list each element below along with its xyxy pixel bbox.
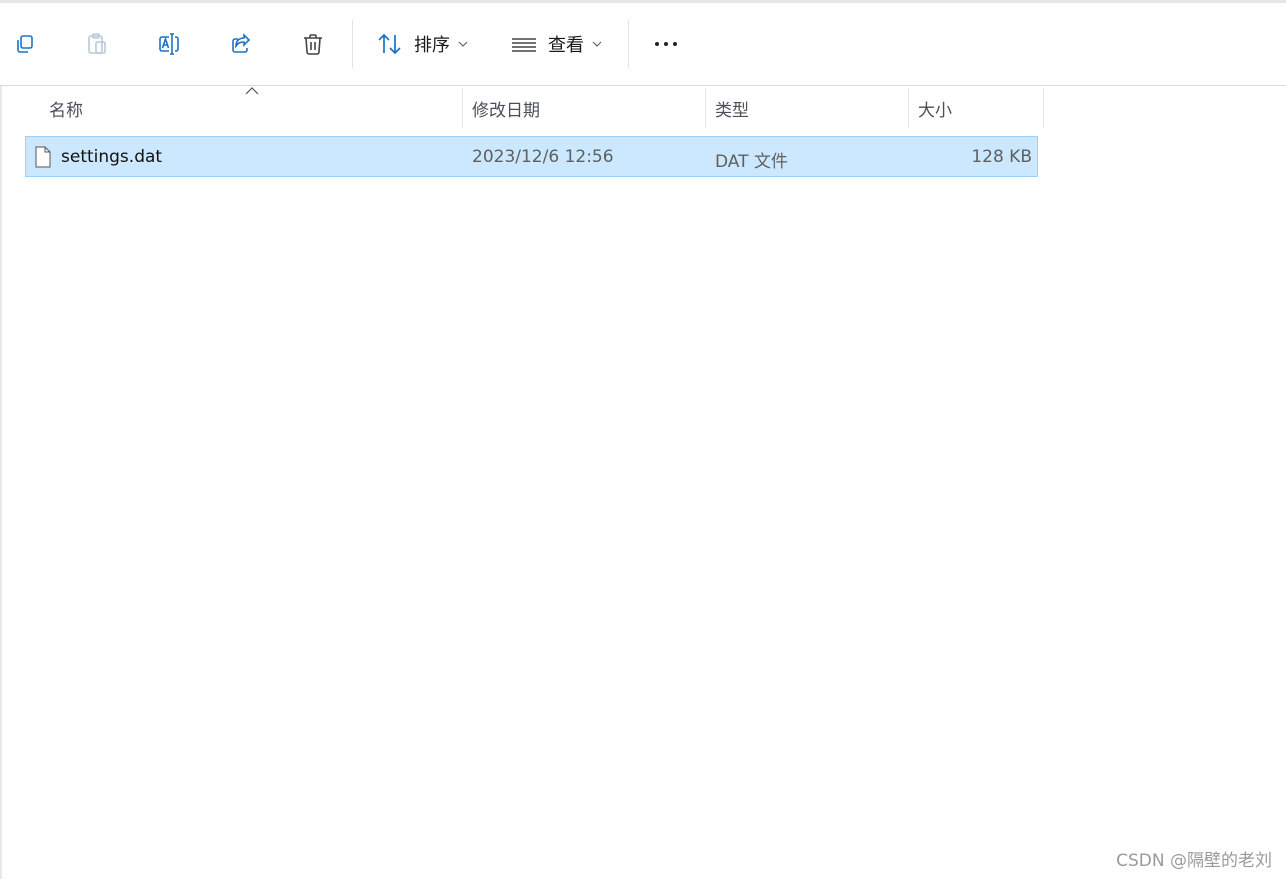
- more-dot: [673, 42, 677, 46]
- column-header-type-label: 类型: [715, 101, 749, 121]
- toolbar-separator: [352, 20, 353, 68]
- column-divider[interactable]: [1043, 88, 1044, 128]
- more-dot: [655, 42, 659, 46]
- column-header-type[interactable]: 类型: [706, 86, 907, 128]
- sort-button[interactable]: 排序: [376, 29, 468, 59]
- chevron-down-icon: [592, 41, 602, 47]
- column-header-modified-label: 修改日期: [472, 101, 540, 121]
- file-icon: [35, 146, 51, 168]
- delete-icon[interactable]: [298, 29, 328, 59]
- column-header-name-label: 名称: [49, 101, 83, 121]
- more-dot: [664, 42, 668, 46]
- column-header-size-label: 大小: [918, 101, 952, 121]
- sort-icon: [378, 33, 401, 55]
- sort-label: 排序: [414, 35, 450, 56]
- view-label: 查看: [548, 35, 584, 56]
- column-header-name[interactable]: 名称: [25, 86, 462, 128]
- chevron-down-icon: [458, 41, 468, 47]
- file-name: settings.dat: [61, 147, 163, 167]
- view-list-icon: [512, 38, 536, 52]
- watermark: CSDN @隔壁的老刘: [1116, 851, 1272, 871]
- paste-icon[interactable]: [82, 29, 112, 59]
- pane-left-border: [0, 86, 2, 879]
- file-size: 128 KB: [971, 147, 1032, 167]
- file-type: DAT 文件: [715, 152, 788, 172]
- rename-icon[interactable]: [154, 29, 184, 59]
- file-modified: 2023/12/6 12:56: [472, 147, 614, 167]
- command-bar: 排序 查看: [0, 3, 1286, 86]
- more-options-icon[interactable]: [650, 33, 682, 55]
- file-row[interactable]: settings.dat 2023/12/6 12:56 DAT 文件 128 …: [25, 136, 1038, 177]
- copy-icon[interactable]: [10, 29, 40, 59]
- view-button[interactable]: 查看: [510, 29, 602, 59]
- toolbar-separator: [628, 20, 629, 68]
- share-icon[interactable]: [226, 29, 256, 59]
- column-header-size[interactable]: 大小: [909, 86, 1043, 128]
- column-header-modified[interactable]: 修改日期: [463, 86, 704, 128]
